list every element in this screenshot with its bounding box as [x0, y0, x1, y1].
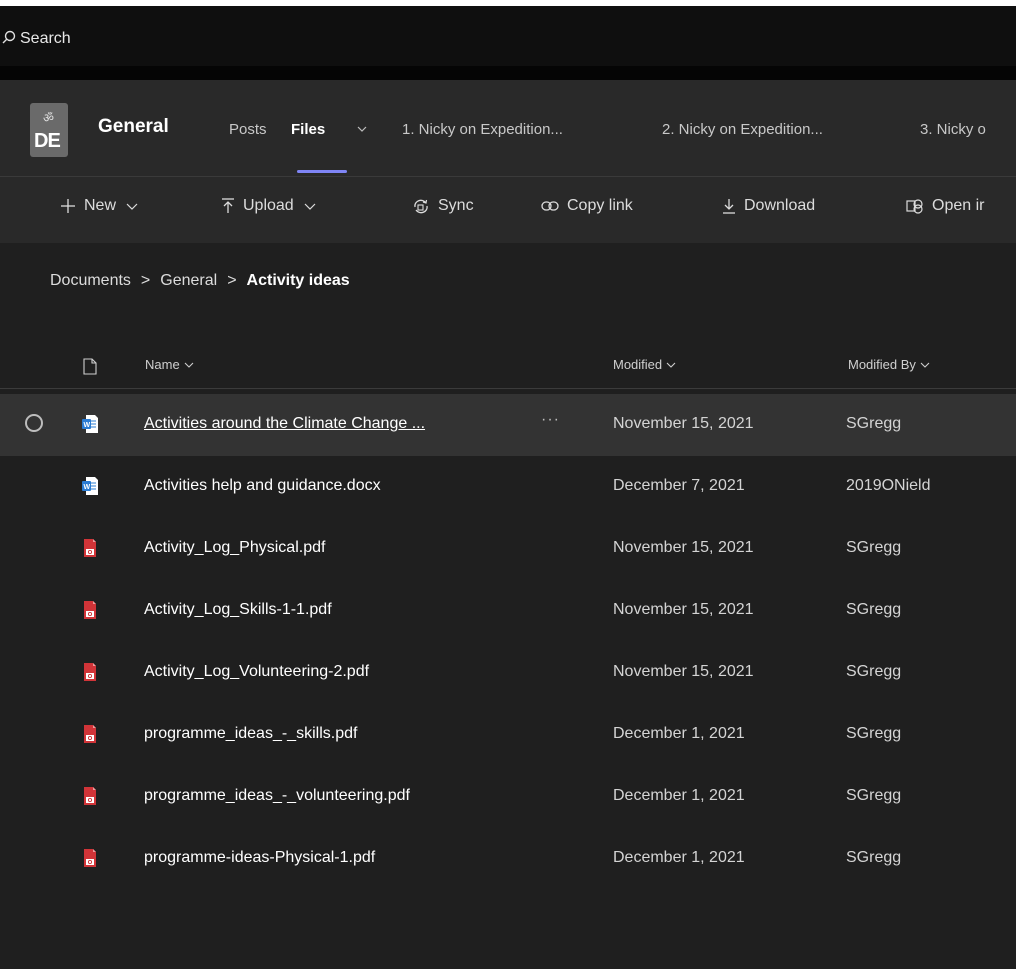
- search-bar[interactable]: Search: [0, 6, 1016, 66]
- tab-nicky-expedition-2[interactable]: 2. Nicky on Expedition...: [662, 121, 823, 138]
- file-modified-by: SGregg: [846, 539, 902, 556]
- team-logo-glyph: ॐ: [43, 111, 54, 125]
- team-logo-text: DE: [34, 130, 61, 152]
- file-modified-by: SGregg: [846, 663, 902, 680]
- download-button[interactable]: Download: [722, 197, 815, 215]
- file-modified-by: SGregg: [846, 725, 902, 742]
- breadcrumb-general[interactable]: General: [160, 272, 217, 290]
- svg-text:W: W: [84, 484, 91, 491]
- breadcrumb-current: Activity ideas: [246, 272, 350, 289]
- search-input[interactable]: Search: [20, 30, 71, 48]
- table-row[interactable]: Activity_Log_Physical.pdf November 15, 2…: [0, 518, 1016, 580]
- pdf-file-icon: [84, 539, 96, 557]
- breadcrumb: Documents > General > Activity ideas: [50, 272, 350, 290]
- table-row[interactable]: W Activities help and guidance.docx Dece…: [0, 456, 1016, 518]
- file-modified: November 15, 2021: [613, 539, 754, 556]
- file-name[interactable]: Activity_Log_Volunteering-2.pdf: [144, 663, 369, 681]
- column-header-name[interactable]: Name: [145, 357, 194, 372]
- column-modified-label: Modified: [613, 357, 663, 372]
- teams-app: Search ॐ DE General Posts Files 1. Nicky…: [0, 0, 1016, 969]
- search-icon: [2, 30, 16, 44]
- table-row[interactable]: programme-ideas-Physical-1.pdf December …: [0, 828, 1016, 890]
- copy-link-button[interactable]: Copy link: [541, 197, 633, 215]
- new-button-label: New: [84, 197, 117, 214]
- file-modified: November 15, 2021: [613, 601, 754, 618]
- pdf-file-icon: [84, 725, 96, 743]
- breadcrumb-separator: >: [140, 272, 151, 289]
- active-tab-indicator: [297, 170, 347, 173]
- table-row[interactable]: programme_ideas_-_skills.pdf December 1,…: [0, 704, 1016, 766]
- file-modified: November 15, 2021: [613, 663, 754, 680]
- file-modified: December 1, 2021: [613, 725, 745, 742]
- open-in-button-label: Open ir: [932, 197, 985, 214]
- table-row[interactable]: Activity_Log_Skills-1-1.pdf November 15,…: [0, 580, 1016, 642]
- file-name[interactable]: Activities around the Climate Change ...: [144, 415, 425, 433]
- download-button-label: Download: [744, 197, 816, 214]
- sync-icon: [414, 199, 428, 214]
- open-in-app-icon: [906, 199, 923, 214]
- breadcrumb-separator: >: [227, 272, 237, 289]
- more-options-button[interactable]: ···: [541, 411, 560, 429]
- column-name-label: Name: [145, 357, 180, 372]
- upload-button-label: Upload: [243, 197, 294, 214]
- copy-link-button-label: Copy link: [567, 197, 633, 214]
- file-name[interactable]: Activity_Log_Physical.pdf: [144, 539, 325, 557]
- tab-nicky-expedition-1[interactable]: 1. Nicky on Expedition...: [402, 121, 563, 138]
- pdf-file-icon: [84, 849, 96, 867]
- column-header-modified[interactable]: Modified: [613, 357, 676, 372]
- files-toolbar: [0, 176, 1016, 243]
- pdf-file-icon: [84, 601, 96, 619]
- sync-button[interactable]: Sync: [412, 197, 474, 215]
- file-name[interactable]: programme_ideas_-_skills.pdf: [144, 725, 357, 743]
- new-button[interactable]: New: [60, 197, 146, 215]
- channel-title: General: [98, 116, 169, 137]
- table-row[interactable]: Activity_Log_Volunteering-2.pdf November…: [0, 642, 1016, 704]
- file-modified: December 1, 2021: [613, 787, 745, 804]
- team-avatar[interactable]: ॐ DE: [30, 103, 68, 157]
- file-modified: December 7, 2021: [613, 477, 745, 494]
- svg-text:W: W: [84, 422, 91, 429]
- file-name[interactable]: Activities help and guidance.docx: [144, 477, 381, 495]
- column-modified-by-label: Modified By: [848, 357, 916, 372]
- link-icon: [541, 201, 559, 211]
- word-file-icon: W: [82, 415, 98, 433]
- file-modified: November 15, 2021: [613, 415, 754, 432]
- file-modified: December 1, 2021: [613, 849, 745, 866]
- file-modified-by: SGregg: [846, 849, 902, 866]
- title-band: [0, 66, 1016, 80]
- tab-nicky-expedition-3[interactable]: 3. Nicky o: [920, 121, 986, 138]
- column-header-modified-by[interactable]: Modified By: [848, 357, 930, 372]
- download-icon: [723, 199, 735, 214]
- file-modified-by: SGregg: [846, 601, 902, 618]
- window-edge: [1016, 0, 1028, 969]
- upload-icon: [222, 198, 234, 213]
- tab-posts[interactable]: Posts: [229, 121, 267, 138]
- file-modified-by: SGregg: [846, 787, 902, 804]
- document-icon[interactable]: [83, 358, 97, 375]
- table-row[interactable]: W Activities around the Climate Change .…: [0, 394, 1016, 456]
- open-in-button[interactable]: Open ir: [906, 197, 984, 215]
- pdf-file-icon: [84, 663, 96, 681]
- file-name[interactable]: programme_ideas_-_volunteering.pdf: [144, 787, 410, 805]
- file-modified-by: SGregg: [846, 415, 902, 432]
- chevron-down-icon: [304, 203, 316, 210]
- sync-button-label: Sync: [438, 197, 474, 214]
- tab-files[interactable]: Files: [291, 121, 325, 138]
- row-select-radio[interactable]: [25, 414, 43, 432]
- file-modified-by: 2019ONield: [846, 477, 931, 494]
- pdf-file-icon: [84, 787, 96, 805]
- chevron-down-icon: [666, 362, 676, 368]
- file-name[interactable]: programme-ideas-Physical-1.pdf: [144, 849, 375, 867]
- chevron-down-icon: [184, 362, 194, 368]
- word-file-icon: W: [82, 477, 98, 495]
- upload-button[interactable]: Upload: [221, 197, 324, 215]
- file-name[interactable]: Activity_Log_Skills-1-1.pdf: [144, 601, 332, 619]
- table-row[interactable]: programme_ideas_-_volunteering.pdf Decem…: [0, 766, 1016, 828]
- chevron-down-icon[interactable]: [357, 124, 367, 134]
- chevron-down-icon: [920, 362, 930, 368]
- chevron-down-icon: [126, 203, 138, 210]
- breadcrumb-documents[interactable]: Documents: [50, 272, 131, 290]
- plus-icon: [61, 199, 75, 213]
